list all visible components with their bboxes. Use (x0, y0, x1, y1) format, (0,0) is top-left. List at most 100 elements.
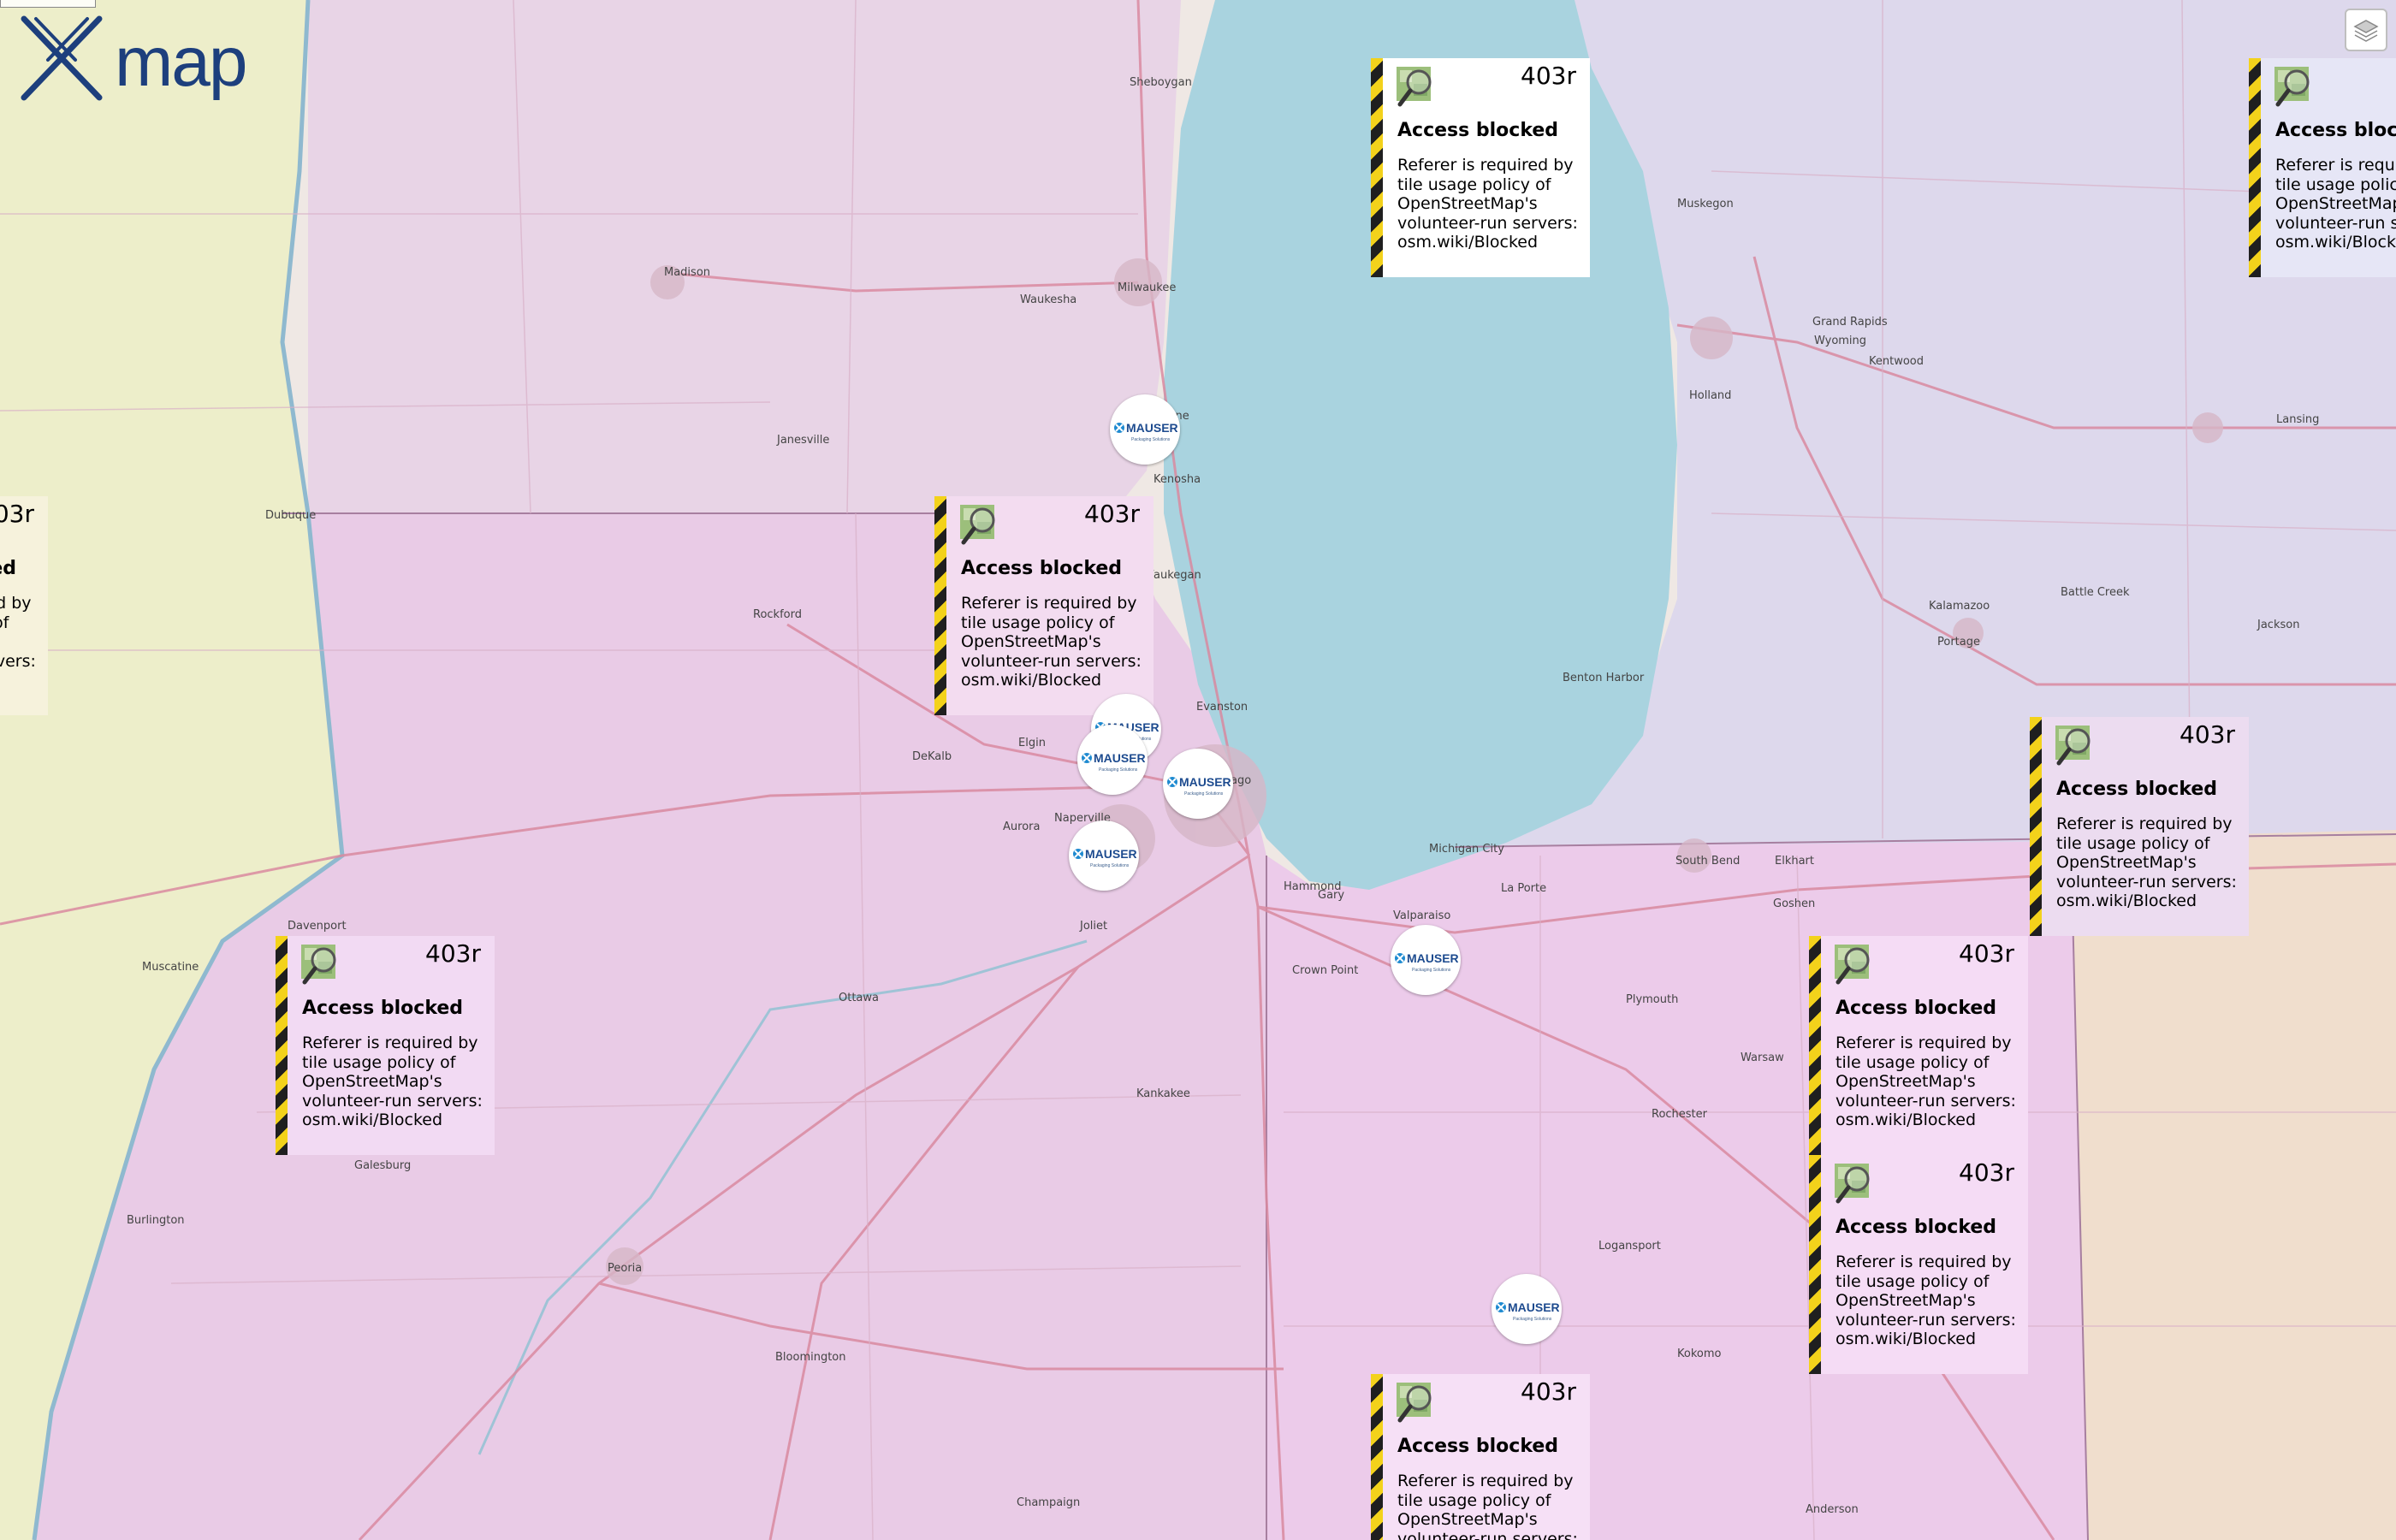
tile-message-line: osm.wiki/Blocked (1836, 1111, 1977, 1129)
mauser-logo-icon: MAUSER Packaging Solutions (1114, 421, 1177, 442)
city-label: Logansport (1598, 1240, 1661, 1253)
tile-heading: Access blocked (1836, 1217, 1997, 1238)
tile-message: Referer is required bytile usage policy … (0, 594, 42, 690)
city-label: Holland (1689, 389, 1731, 402)
hazard-stripe (2030, 717, 2042, 936)
city-label: Rockford (753, 608, 802, 621)
city-label: Battle Creek (2061, 586, 2130, 599)
marker-label: MAUSER (1508, 1300, 1559, 1314)
tile-heading: Access blocked (1397, 1436, 1559, 1457)
tile-message-line: OpenStreetMap's (0, 632, 42, 652)
city-label: Burlington (127, 1214, 185, 1227)
location-marker[interactable]: MAUSER Packaging Solutions (1391, 925, 1461, 995)
city-label: Kokomo (1677, 1348, 1722, 1360)
city-label: Bloomington (775, 1351, 846, 1364)
tile-message-line: OpenStreetMap's (302, 1072, 442, 1091)
tile-message-line: volunteer-run servers: (1397, 213, 1578, 233)
tile-message-line: OpenStreetMap's (961, 632, 1101, 651)
tile-message-line: Referer is required by (1836, 1253, 2012, 1271)
tile-message: Referer is required bytile usage policy … (1397, 1472, 1584, 1540)
city-label: DeKalb (912, 750, 952, 763)
city-label: Kentwood (1869, 355, 1924, 368)
blocked-tile: 403r Access blocked Referer is required by… (1809, 936, 2028, 1155)
tile-message-line: Referer is required by (2056, 814, 2233, 833)
logo-text: map (115, 23, 248, 101)
hazard-stripe (276, 936, 288, 1155)
city-label: Champaign (1017, 1496, 1080, 1509)
city-label: Davenport (288, 920, 347, 933)
hazard-stripe (1809, 936, 1821, 1155)
tile-message-line: osm.wiki/Blocked (1397, 233, 1539, 252)
location-marker[interactable]: MAUSER Packaging Solutions (1163, 749, 1233, 819)
blocked-tile: 403rAccess blockedReferer is required by… (2249, 58, 2396, 277)
tile-heading: Access blocked (1397, 120, 1559, 141)
blocked-tile: 403rAccess blockedReferer is required by… (276, 936, 495, 1155)
city-label: Joliet (1079, 920, 1107, 933)
tile-message-line: tile usage policy of (1397, 175, 1551, 194)
tile-error-code: 403r (1959, 1158, 2014, 1187)
scale-bar (0, 0, 96, 8)
tile-message-line: volunteer-run servers: (1836, 1091, 2016, 1111)
mauser-logo-icon: MAUSER Packaging Solutions (1496, 1300, 1559, 1322)
tile-error-code: 403r (1959, 939, 2014, 968)
tile-error-code: 403r (1084, 500, 1140, 528)
city-label: Muscatine (142, 961, 199, 974)
app-logo[interactable]: map (15, 12, 248, 106)
tile-message-line: Referer is required by (302, 1034, 478, 1052)
city-label: Lansing (2276, 413, 2319, 426)
marker-label: MAUSER (1179, 775, 1231, 789)
blocked-tile: 403rAccess blockedReferer is required by… (934, 496, 1154, 715)
location-marker[interactable]: MAUSER Packaging Solutions (1110, 394, 1180, 465)
tile-error-code: 403r (1521, 62, 1576, 90)
tile-message: Referer is required bytile usage policy … (1836, 1034, 2022, 1130)
location-marker[interactable]: MAUSER Packaging Solutions (1069, 820, 1139, 891)
tile-heading: Access blocked (961, 558, 1123, 579)
hazard-stripe (934, 496, 946, 715)
city-label: La Porte (1501, 882, 1546, 895)
city-label: Milwaukee (1118, 281, 1176, 294)
tile-message-line: osm.wiki/Blocked (961, 671, 1102, 690)
tile-message-line: volunteer-run servers: (1836, 1310, 2016, 1330)
tile-heading: Access blocked (1836, 998, 1997, 1019)
magnifier-icon (2274, 67, 2310, 107)
marker-sublabel: Packaging Solutions (1184, 791, 1224, 797)
hazard-stripe (1371, 58, 1383, 277)
marker-label: MAUSER (1407, 951, 1458, 965)
tile-error-code: 403r (2180, 720, 2235, 749)
tile-message-line: volunteer-run servers: (302, 1091, 483, 1111)
map-canvas[interactable]: Madison Milwaukee Waukesha Janesville Ke… (0, 0, 2396, 1540)
city-label: Portage (1937, 636, 1980, 649)
tile-message-line: volunteer-run servers: (2275, 213, 2396, 233)
city-label: Jackson (2257, 619, 2299, 631)
city-label: South Bend (1675, 855, 1740, 868)
city-label: Grand Rapids (1812, 316, 1888, 329)
tile-message-line: OpenStreetMap's (2275, 194, 2396, 213)
tile-message-line: volunteer-run servers: (961, 651, 1142, 671)
layers-icon (2353, 20, 2379, 42)
city-label: Plymouth (1626, 993, 1678, 1006)
city-label: Dubuque (265, 509, 316, 522)
mauser-logo-icon: MAUSER Packaging Solutions (1395, 951, 1458, 973)
layers-button[interactable] (2345, 9, 2387, 51)
magnifier-icon (960, 505, 995, 545)
tile-message-line: volunteer-run servers: (0, 651, 36, 671)
tile-message-line: volunteer-run servers: (2056, 872, 2237, 891)
city-label: Evanston (1196, 701, 1248, 714)
city-label: Valparaiso (1393, 909, 1450, 922)
marker-sublabel: Packaging Solutions (1090, 863, 1130, 868)
location-marker[interactable]: MAUSER Packaging Solutions (1492, 1274, 1562, 1344)
marker-label: MAUSER (1085, 847, 1136, 861)
magnifier-icon (1397, 1383, 1432, 1423)
tile-message-line: OpenStreetMap's (1836, 1072, 1976, 1091)
tile-message-line: tile usage policy of (1397, 1490, 1551, 1510)
tile-message-line: tile usage policy of (961, 613, 1115, 632)
city-label: Muskegon (1677, 198, 1734, 210)
city-label: Kankakee (1136, 1087, 1190, 1100)
marker-sublabel: Packaging Solutions (1513, 1317, 1552, 1322)
mauser-logo-icon: MAUSER Packaging Solutions (1073, 847, 1136, 868)
city-label: Waukesha (1020, 293, 1076, 306)
magnifier-icon (1397, 67, 1432, 107)
tile-message-line: tile usage policy of (1836, 1271, 1990, 1291)
location-marker[interactable]: MAUSER Packaging Solutions (1077, 725, 1148, 795)
tile-error-code: 403r (0, 500, 34, 528)
